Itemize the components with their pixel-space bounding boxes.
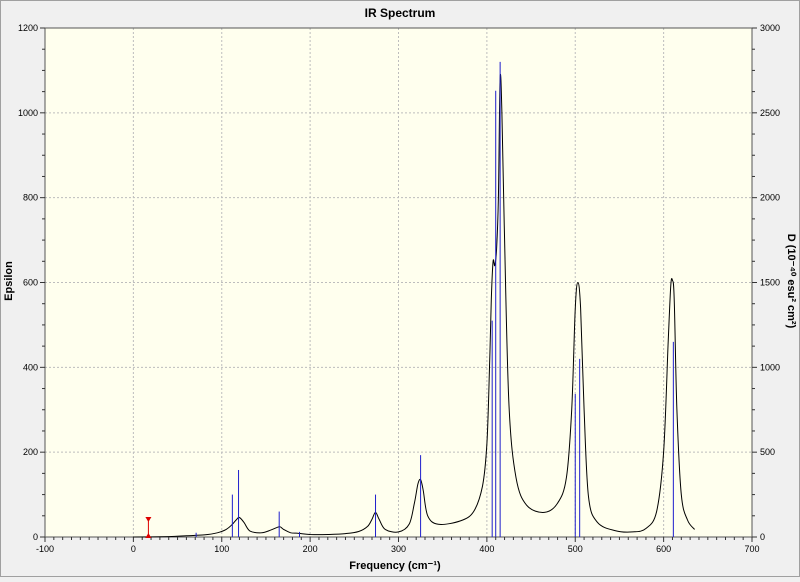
x-tick-label: 500 — [568, 544, 583, 554]
y-right-tick-label: 1000 — [760, 362, 780, 372]
y-left-tick-label: 0 — [33, 532, 38, 542]
y-left-tick-label: 400 — [23, 362, 38, 372]
x-tick-label: 400 — [479, 544, 494, 554]
y-left-tick-label: 1200 — [18, 23, 38, 33]
x-tick-label: 200 — [303, 544, 318, 554]
x-tick-label: 300 — [391, 544, 406, 554]
y-left-tick-label: 600 — [23, 278, 38, 288]
x-tick-label: 700 — [744, 544, 759, 554]
y-left-tick-label: 800 — [23, 193, 38, 203]
x-tick-label: 100 — [214, 544, 229, 554]
x-tick-label: -100 — [36, 544, 54, 554]
chart-title: IR Spectrum — [365, 6, 436, 20]
y-right-tick-label: 1500 — [760, 278, 780, 288]
y-right-tick-label: 2000 — [760, 193, 780, 203]
x-axis-label: Frequency (cm⁻¹) — [349, 560, 441, 572]
y-axis-left-label: Epsilon — [3, 261, 15, 301]
x-tick-label: 0 — [131, 544, 136, 554]
ir-spectrum-chart: IR Spectrum -100 0 100 200 300 400 500 600 70002… — [0, 0, 800, 577]
y-right-tick-label: 500 — [760, 447, 775, 457]
y-right-tick-label: 2500 — [760, 108, 780, 118]
y-axis-right-label: D (10⁻⁴⁰ esu² cm²) — [785, 234, 797, 329]
y-right-tick-label: 0 — [760, 532, 765, 542]
y-left-tick-label: 200 — [23, 447, 38, 457]
x-tick-label: 600 — [656, 544, 671, 554]
y-right-tick-label: 3000 — [760, 23, 780, 33]
ir-spectrum-window: IR Spectrum -100 0 100 200 300 400 500 600 700 0 2… — [0, 0, 800, 577]
y-left-tick-label: 1000 — [18, 108, 38, 118]
